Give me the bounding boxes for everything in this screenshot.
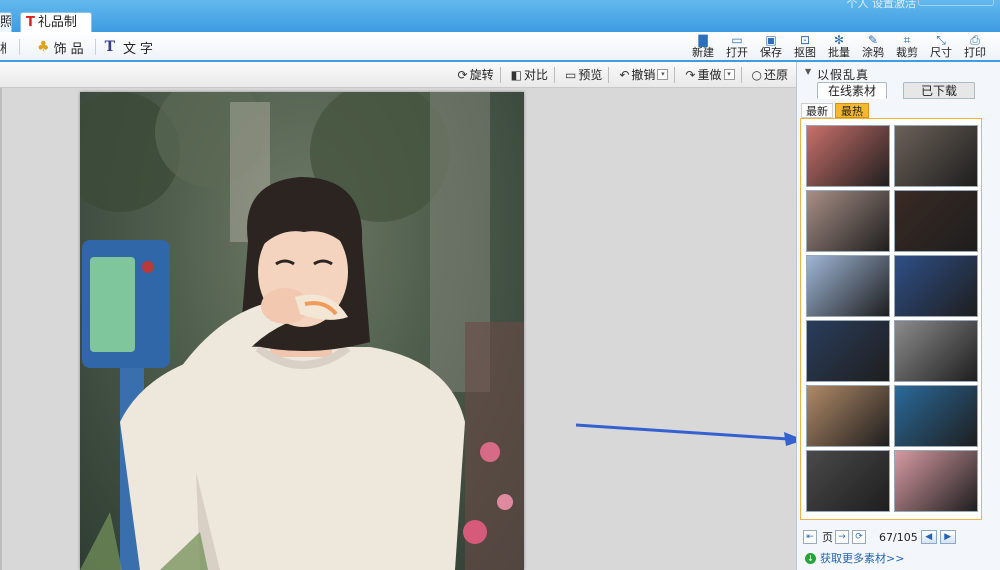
toolbar-divider [674, 66, 676, 83]
tab-gift-making[interactable]: T礼品制作 [20, 12, 92, 50]
search-box[interactable] [918, 0, 994, 6]
material-thumbnail[interactable] [806, 450, 890, 512]
rotate-button[interactable]: ⟳ 旋转 [458, 66, 494, 83]
material-thumbnail[interactable] [806, 190, 890, 252]
panel-title: 以假乱真 [817, 68, 870, 82]
cutout-button[interactable]: ⊡ 抠图 [788, 34, 822, 60]
collapse-triangle-icon[interactable]: ▼ [805, 67, 811, 76]
undo-button[interactable]: ↶ 撤销 ▾ [619, 66, 669, 83]
save-button[interactable]: ▣ 保存 [754, 34, 788, 60]
compare-icon: ◧ [510, 67, 522, 82]
first-page-icon[interactable]: ⇤ [803, 530, 817, 544]
canvas-edge [0, 88, 2, 570]
subtab-newest[interactable]: 最新 [801, 103, 833, 118]
material-thumbnail[interactable] [806, 385, 890, 447]
batch-button[interactable]: ✻ 批量 [822, 34, 856, 60]
more-materials-link[interactable]: ↓ 获取更多素材>> [805, 550, 904, 566]
undo-icon: ↶ [619, 67, 630, 82]
main-toolbar: 框 ♣ 饰品 T 文字 ▇新建 ▭打开 ▣保存 ⊡抠图 ✻批量 ✎涂鸦 ⌗裁剪 … [0, 32, 1000, 62]
pager-label: 页 [822, 531, 833, 544]
new-button[interactable]: ▇ 新建 [686, 34, 720, 60]
tab-online-materials[interactable]: 在线素材 [817, 82, 887, 99]
clover-icon: ♣ [37, 39, 50, 55]
material-thumbnail[interactable] [894, 190, 978, 252]
material-thumbnail[interactable] [894, 450, 978, 512]
panel-header[interactable]: ▼ 以假乱真 [797, 65, 1000, 83]
compare-button[interactable]: ◧ 对比 [511, 66, 548, 83]
toolbar-divider [740, 66, 742, 83]
redo-icon: ↷ [685, 67, 696, 82]
material-thumbnail[interactable] [806, 320, 890, 382]
edit-actions: ⟳ 旋转 ◧ 对比 ▭ 预览 ↶ 撤销 ▾ ↷ 重做 ▾ ○ 还原 [454, 66, 788, 83]
material-panel: ▼ 以假乱真 在线素材 已下载 最新 最热 ⇤ 页 → ⟳ 67/105 ◀ ▶… [796, 62, 1000, 570]
next-page-button[interactable]: ▶ [939, 530, 956, 544]
rotate-icon: ⟳ [457, 67, 468, 82]
photo-illustration [80, 92, 524, 570]
decor-tool-label[interactable]: 饰品 [54, 38, 88, 57]
open-button[interactable]: ▭ 打开 [720, 34, 754, 60]
edit-toolbar: ⟳ 旋转 ◧ 对比 ▭ 预览 ↶ 撤销 ▾ ↷ 重做 ▾ ○ 还原 [0, 62, 796, 88]
resize-button[interactable]: ⤡ 尺寸 [924, 34, 958, 60]
crop-button[interactable]: ⌗ 裁剪 [890, 34, 924, 60]
download-icon: ↓ [805, 552, 816, 564]
prev-page-button[interactable]: ◀ [920, 530, 937, 544]
redo-button[interactable]: ↷ 重做 ▾ [685, 66, 735, 83]
toolbar-divider [608, 66, 610, 83]
text-tool-icon: T [104, 39, 115, 55]
refresh-icon[interactable]: ⟳ [852, 530, 866, 544]
material-thumbnail[interactable] [894, 125, 978, 187]
toolbar-left: 框 ♣ 饰品 T 文字 [0, 38, 157, 57]
text-tool-label[interactable]: 文字 [123, 38, 157, 57]
material-thumbnail[interactable] [894, 255, 978, 317]
print-button[interactable]: ⎙ 打印 [958, 34, 992, 60]
redo-dropdown-icon[interactable]: ▾ [723, 69, 735, 80]
undo-dropdown-icon[interactable]: ▾ [657, 69, 669, 80]
material-gallery [800, 118, 982, 520]
toolbar-divider [19, 39, 20, 55]
material-thumbnail[interactable] [894, 320, 978, 382]
toolbar-divider [499, 66, 501, 83]
gallery-pager: ⇤ 页 → ⟳ 67/105 ◀ ▶ [803, 528, 999, 546]
preview-icon: ▭ [564, 67, 577, 82]
title-bar: 照 T礼品制作 个人 设置激活 [0, 0, 1000, 50]
pointer-arrow-icon [576, 423, 804, 446]
frame-tool-partial[interactable]: 框 [0, 38, 6, 57]
material-thumbnail[interactable] [806, 125, 890, 187]
tab-downloaded[interactable]: 已下载 [903, 82, 975, 99]
restore-button[interactable]: ○ 还原 [752, 66, 789, 83]
subtab-hot[interactable]: 最热 [835, 103, 869, 118]
go-page-icon[interactable]: → [835, 530, 849, 544]
account-links[interactable]: 个人 设置激活 [847, 0, 917, 11]
toolbar-divider [94, 39, 96, 55]
toolbar-actions: ▇ 新建 ▭ 打开 ▣ 保存 ⊡ 抠图 ✻ 批量 ✎ 涂鸦 ⌗ 裁剪 ⤡ 尺寸 ⎙ 打印 [686, 34, 992, 62]
tab-label: 照 [0, 15, 12, 30]
toolbar-divider [553, 66, 555, 83]
page-count: 67/105 [879, 530, 918, 544]
preview-button[interactable]: ▭ 预览 [565, 66, 602, 83]
tab-photo-partial[interactable]: 照 [0, 12, 12, 32]
material-thumbnail[interactable] [806, 255, 890, 317]
photo-portrait[interactable] [80, 92, 524, 570]
editing-canvas[interactable] [0, 88, 804, 570]
thumbnail-grid [806, 125, 978, 512]
restore-icon: ○ [751, 67, 762, 82]
doodle-button[interactable]: ✎ 涂鸦 [856, 34, 890, 60]
material-thumbnail[interactable] [894, 385, 978, 447]
gift-tab-icon: T [26, 15, 35, 30]
